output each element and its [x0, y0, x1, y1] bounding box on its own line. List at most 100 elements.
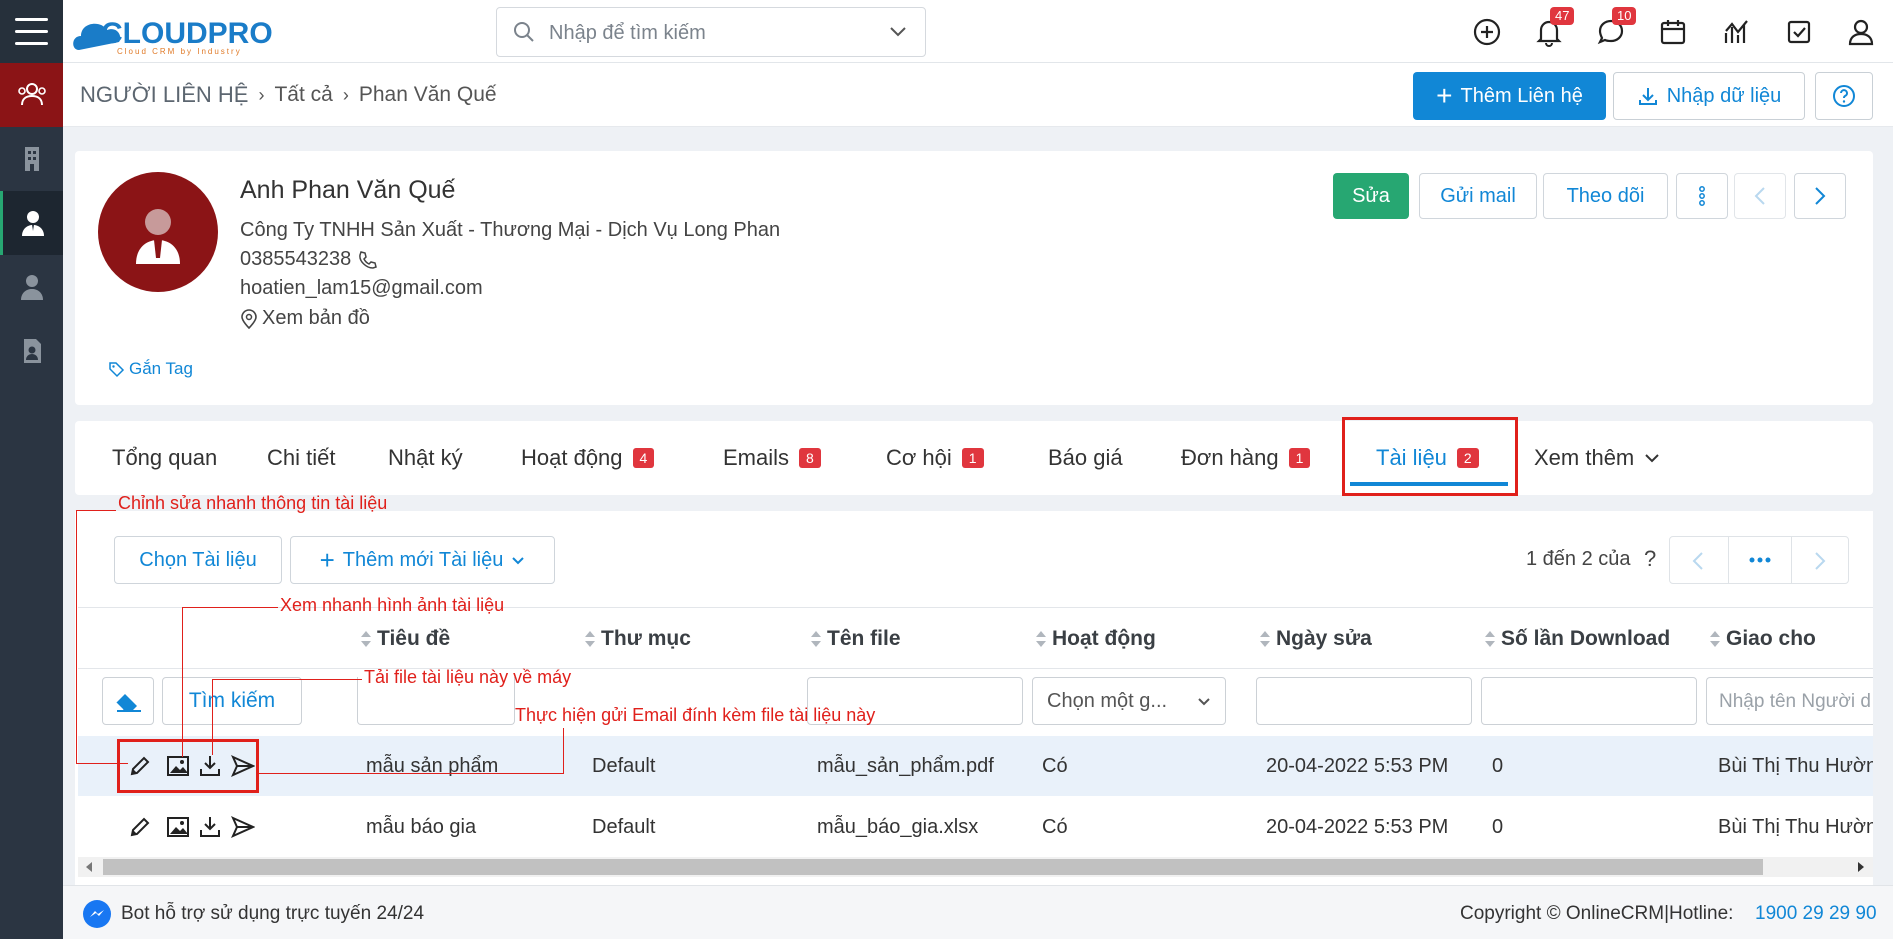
edit-pencil-icon[interactable] — [128, 815, 152, 839]
import-data-label: Nhập dữ liệu — [1666, 84, 1782, 107]
sort-icon — [1710, 630, 1720, 648]
follow-button[interactable]: Theo dõi — [1543, 173, 1668, 219]
select-document-button[interactable]: Chọn Tài liệu — [114, 536, 282, 584]
messages-badge: 10 — [1612, 7, 1637, 25]
edit-button[interactable]: Sửa — [1333, 173, 1409, 219]
chevron-right-icon: › — [258, 84, 265, 105]
top-bar: CLOUDPRO Cloud CRM by Industry Nhập để t… — [63, 0, 1893, 63]
doc-folder: Default — [592, 755, 656, 777]
tag-icon — [109, 361, 125, 377]
column-header-active[interactable]: Hoạt động — [1036, 627, 1156, 651]
search-input[interactable]: Nhập để tìm kiếm — [496, 7, 926, 57]
import-data-button[interactable]: Nhập dữ liệu — [1613, 72, 1805, 120]
task-check-icon[interactable] — [1783, 16, 1815, 48]
annotation-line — [212, 679, 213, 755]
add-document-button[interactable]: + Thêm mới Tài liệu — [290, 536, 555, 584]
chevron-right-icon[interactable] — [1814, 551, 1826, 571]
column-header-folder[interactable]: Thư mục — [585, 627, 691, 651]
tab-details[interactable]: Chi tiết — [267, 445, 335, 471]
add-tag-link[interactable]: Gắn Tag — [108, 359, 193, 379]
filter-modified-input[interactable] — [1256, 677, 1472, 725]
breadcrumb-all[interactable]: Tất cả — [274, 83, 332, 107]
doc-modified: 20-04-2022 5:53 PM — [1266, 755, 1449, 777]
pager-more-button[interactable] — [1728, 537, 1792, 583]
add-contact-button[interactable]: + Thêm Liên hệ — [1413, 72, 1606, 120]
column-header-assignee[interactable]: Giao cho — [1710, 627, 1816, 651]
column-header-filename[interactable]: Tên file — [811, 627, 901, 651]
support-bot-text[interactable]: Bot hỗ trợ sử dụng trực tuyến 24/24 — [121, 903, 424, 925]
contact-card-icon[interactable] — [0, 319, 63, 383]
scroll-left-icon[interactable] — [86, 862, 92, 872]
annotation-line — [76, 510, 77, 764]
clear-filter-button[interactable] — [102, 677, 154, 725]
add-circle-icon[interactable] — [1471, 16, 1503, 48]
contact-company[interactable]: Công Ty TNHH Sản Xuất - Thương Mại - Dịc… — [240, 219, 780, 242]
send-email-icon[interactable] — [231, 815, 255, 839]
doc-filename[interactable]: mẫu_sản_phẩm.pdf — [817, 755, 994, 778]
tab-opportunities[interactable]: Cơ hội 1 — [886, 445, 984, 471]
tab-orders[interactable]: Đơn hàng 1 — [1181, 445, 1311, 471]
tab-overview[interactable]: Tổng quan — [112, 445, 217, 471]
previous-record-button[interactable] — [1734, 173, 1786, 219]
tab-more[interactable]: Xem thêm — [1534, 445, 1660, 471]
pager-text: 1 đến 2 của — [1526, 548, 1631, 570]
annotation-line — [212, 679, 362, 680]
annotation-line — [76, 510, 116, 511]
add-tag-label: Gắn Tag — [129, 359, 193, 378]
column-header-modified[interactable]: Ngày sửa — [1260, 627, 1372, 651]
filter-active-select[interactable]: Chọn một g... — [1032, 677, 1226, 725]
plus-icon: + — [1436, 80, 1453, 111]
tab-activities[interactable]: Hoạt động 4 — [521, 445, 655, 471]
more-options-button[interactable] — [1676, 173, 1728, 219]
chevron-left-icon[interactable] — [1692, 551, 1704, 571]
contact-person-icon[interactable] — [0, 191, 63, 255]
view-map-link[interactable]: Xem bản đồ — [240, 307, 370, 330]
hamburger-menu-icon[interactable] — [0, 0, 63, 63]
horizontal-scrollbar[interactable] — [78, 857, 1873, 877]
cloudpro-logo[interactable]: CLOUDPRO Cloud CRM by Industry — [71, 6, 301, 56]
annotation-line — [182, 607, 183, 757]
table-row[interactable]: mẫu sản phẩm Default mẫu_sản_phẩm.pdf Có… — [78, 736, 1873, 796]
scroll-right-icon[interactable] — [1858, 862, 1864, 872]
notifications-badge: 47 — [1550, 7, 1575, 25]
column-header-downloads[interactable]: Số lần Download — [1485, 627, 1670, 651]
hotline-link[interactable]: 1900 29 29 90 — [1755, 903, 1877, 925]
analytics-icon[interactable] — [1721, 16, 1753, 48]
calendar-icon[interactable] — [1657, 16, 1689, 48]
download-icon[interactable] — [198, 815, 222, 839]
scrollbar-thumb[interactable] — [103, 859, 1763, 875]
image-preview-icon[interactable] — [166, 815, 190, 839]
messenger-icon[interactable] — [83, 900, 111, 928]
tab-emails[interactable]: Emails 8 — [723, 445, 821, 471]
pager-total[interactable]: ? — [1644, 546, 1656, 572]
user-icon[interactable] — [0, 255, 63, 319]
next-record-button[interactable] — [1794, 173, 1846, 219]
send-mail-button[interactable]: Gửi mail — [1419, 173, 1537, 219]
filter-downloads-input[interactable] — [1481, 677, 1697, 725]
phone-icon[interactable] — [357, 250, 378, 270]
chevron-down-icon[interactable] — [889, 26, 907, 38]
contacts-group-icon[interactable] — [0, 63, 63, 127]
breadcrumb-root[interactable]: NGƯỜI LIÊN HỆ — [80, 82, 248, 108]
doc-active: Có — [1042, 755, 1068, 777]
tab-quotes[interactable]: Báo giá — [1048, 445, 1123, 471]
annotation-line — [258, 773, 564, 774]
doc-downloads: 0 — [1492, 816, 1504, 838]
filter-search-button[interactable]: Tìm kiếm — [162, 677, 302, 725]
contact-phone-row[interactable]: 0385543238 — [240, 248, 378, 271]
doc-modified: 20-04-2022 5:53 PM — [1266, 816, 1449, 838]
filter-assignee-input[interactable]: Nhập tên Người d — [1706, 677, 1873, 725]
doc-title[interactable]: mẫu báo gia — [366, 816, 476, 839]
table-row[interactable]: mẫu báo gia Default mẫu_báo_gia.xlsx Có … — [78, 797, 1873, 857]
contact-email[interactable]: hoatien_lam15@gmail.com — [240, 277, 483, 300]
help-button[interactable] — [1815, 72, 1873, 120]
tab-log[interactable]: Nhật ký — [388, 445, 463, 471]
orders-count-badge: 1 — [1288, 448, 1311, 468]
user-profile-icon[interactable] — [1845, 16, 1877, 48]
building-icon[interactable] — [0, 127, 63, 191]
doc-title[interactable]: mẫu sản phẩm — [366, 755, 498, 778]
doc-filename[interactable]: mẫu_báo_gia.xlsx — [817, 816, 978, 839]
doc-assignee: Bùi Thị Thu Hườn — [1718, 816, 1873, 838]
send-email-annotation: Thực hiện gửi Email đính kèm file tài li… — [515, 705, 876, 725]
column-header-title[interactable]: Tiêu đề — [361, 627, 450, 651]
